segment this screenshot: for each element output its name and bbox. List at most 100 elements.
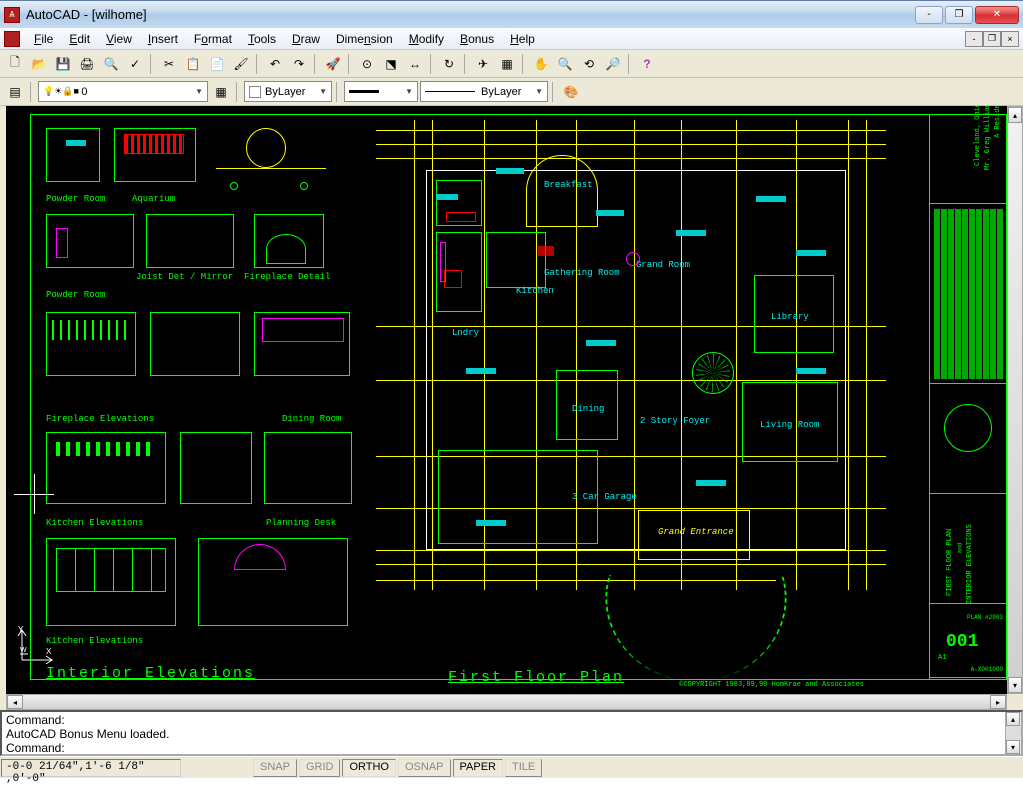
minimize-button[interactable]: -	[915, 6, 943, 24]
paste-button[interactable]: 📄	[206, 53, 228, 75]
elevations-title: Interior Elevations	[46, 665, 255, 682]
window-titlebar: Ѧ AutoCAD - [wilhome] - ❐ ✕	[0, 0, 1023, 28]
menu-tools[interactable]: Tools	[240, 30, 284, 48]
ucs-icon: Y X W	[16, 624, 56, 664]
cmd-scroll-down[interactable]: ▾	[1006, 740, 1020, 754]
detail-joist: Joist Det / Mirror	[136, 272, 233, 282]
tile-toggle[interactable]: TILE	[505, 759, 542, 777]
undo-button[interactable]: ↶	[264, 53, 286, 75]
cmd-scroll-up[interactable]: ▴	[1006, 712, 1020, 726]
ucs-button[interactable]: ⬔	[380, 53, 402, 75]
new-button[interactable]: 🗋	[4, 53, 26, 75]
launch-button[interactable]: 🚀	[322, 53, 344, 75]
maximize-button[interactable]: ❐	[945, 6, 973, 24]
detail-powder2: Powder Room	[46, 290, 105, 300]
named-views-button[interactable]: ▦	[496, 53, 518, 75]
layer-combo[interactable]: 💡☀🔒■ 0	[38, 81, 208, 102]
detail-kitchen-elev: Kitchen Elevations	[46, 518, 143, 528]
scroll-up-button[interactable]: ▴	[1008, 107, 1022, 123]
snap-toggle[interactable]: SNAP	[253, 759, 297, 777]
open-button[interactable]: 📂	[28, 53, 50, 75]
statusbar: -0-0 21/64",1'-6 1/8" ,0'-0" SNAP GRID O…	[0, 756, 1023, 778]
detail-fireplace-elev: Fireplace Elevations	[46, 414, 154, 424]
close-button[interactable]: ✕	[975, 6, 1019, 24]
menu-format[interactable]: Format	[186, 30, 240, 48]
color-combo[interactable]: ByLayer	[244, 81, 332, 102]
zoom-button[interactable]: 🔎	[602, 53, 624, 75]
mdi-restore-button[interactable]: ❐	[983, 31, 1001, 47]
room-living: Living Room	[760, 420, 819, 430]
room-grand: Grand Room	[636, 260, 690, 270]
ortho-toggle[interactable]: ORTHO	[342, 759, 396, 777]
paper-toggle[interactable]: PAPER	[453, 759, 503, 777]
scroll-left-button[interactable]: ◂	[7, 695, 23, 709]
zoom-win-button[interactable]: 🔍	[554, 53, 576, 75]
plan-number: PLAN #2903	[967, 614, 1003, 621]
spell-button[interactable]: ✓	[124, 53, 146, 75]
menu-view[interactable]: View	[98, 30, 140, 48]
room-garage: 3 Car Garage	[572, 492, 637, 502]
aerial-button[interactable]: ✈	[472, 53, 494, 75]
layer-name: 0	[81, 86, 87, 98]
menu-bonus[interactable]: Bonus	[452, 30, 502, 48]
linetype-combo[interactable]: ByLayer	[420, 81, 548, 102]
room-library: Library	[771, 312, 809, 322]
menu-modify[interactable]: Modify	[401, 30, 452, 48]
redo-button[interactable]: ↷	[288, 53, 310, 75]
print-button[interactable]: 🖨	[76, 53, 98, 75]
scroll-right-button[interactable]: ▸	[990, 695, 1006, 709]
sheet-size: A1	[938, 654, 946, 662]
help-button[interactable]: ?	[636, 53, 658, 75]
command-window[interactable]: Command: AutoCAD Bonus Menu loaded. Comm…	[0, 710, 1023, 756]
detail-powder1: Powder Room	[46, 194, 105, 204]
menubar: File Edit View Insert Format Tools Draw …	[0, 28, 1023, 50]
horizontal-scrollbar[interactable]: ◂ ▸	[6, 694, 1007, 710]
detail-kitchen-elev2: Kitchen Elevations	[46, 636, 143, 646]
coordinate-readout: -0-0 21/64",1'-6 1/8" ,0'-0"	[1, 759, 181, 777]
detail-dining: Dining Room	[282, 414, 341, 424]
zoom-prev-button[interactable]: ⟲	[578, 53, 600, 75]
mdi-close-button[interactable]: ×	[1001, 31, 1019, 47]
detail-planning: Planning Desk	[266, 518, 336, 528]
menu-file[interactable]: File	[26, 30, 61, 48]
room-kitchen: Kitchen	[516, 286, 554, 296]
osnap-toggle[interactable]: OSNAP	[398, 759, 451, 777]
mdi-minimize-button[interactable]: -	[965, 31, 983, 47]
pan-button[interactable]: ✋	[530, 53, 552, 75]
preview-button[interactable]: 🔍	[100, 53, 122, 75]
title-block: A Residence for Mr. Greg Williams Clevel…	[929, 114, 1007, 680]
copy-button[interactable]: 📋	[182, 53, 204, 75]
svg-text:W: W	[20, 647, 27, 654]
make-object-layer-button[interactable]: ▤	[4, 81, 26, 103]
menu-insert[interactable]: Insert	[140, 30, 186, 48]
document-icon[interactable]	[4, 31, 20, 47]
save-button[interactable]: 💾	[52, 53, 74, 75]
grid-toggle[interactable]: GRID	[299, 759, 341, 777]
matchprop-button[interactable]: 🖌	[230, 53, 252, 75]
redraw-button[interactable]: ↻	[438, 53, 460, 75]
sheet-number: 001	[946, 632, 978, 652]
dwg-number: A-X001000	[971, 666, 1003, 673]
scroll-down-button[interactable]: ▾	[1008, 677, 1022, 693]
client-line2: Mr. Greg Williams	[984, 106, 992, 170]
menu-draw[interactable]: Draw	[284, 30, 328, 48]
menu-edit[interactable]: Edit	[61, 30, 98, 48]
detail-aquarium: Aquarium	[132, 194, 175, 204]
command-text: Command: AutoCAD Bonus Menu loaded. Comm…	[2, 712, 1005, 754]
osnap-from-button[interactable]: ⊙	[356, 53, 378, 75]
properties-toolbar: ▤ 💡☀🔒■ 0 ▦ ByLayer ByLayer 🎨	[0, 78, 1023, 106]
room-gathering: Gathering Room	[544, 268, 620, 278]
menu-help[interactable]: Help	[502, 30, 543, 48]
menu-dimension[interactable]: Dimension	[328, 30, 401, 48]
room-entrance: Grand Entrance	[658, 527, 734, 537]
properties-button[interactable]: 🎨	[560, 81, 582, 103]
window-controls: - ❐ ✕	[915, 6, 1019, 24]
layer-props-button[interactable]: ▦	[210, 81, 232, 103]
vertical-scrollbar[interactable]: ▴ ▾	[1007, 106, 1023, 694]
dist-button[interactable]: ↔	[404, 53, 426, 75]
cut-button[interactable]: ✂	[158, 53, 180, 75]
lineweight-combo[interactable]	[344, 81, 418, 102]
drawing-canvas[interactable]: A Residence for Mr. Greg Williams Clevel…	[6, 106, 1023, 694]
room-foyer: 2 Story Foyer	[640, 416, 684, 426]
detail-fireplace: Fireplace Detail	[244, 272, 330, 282]
